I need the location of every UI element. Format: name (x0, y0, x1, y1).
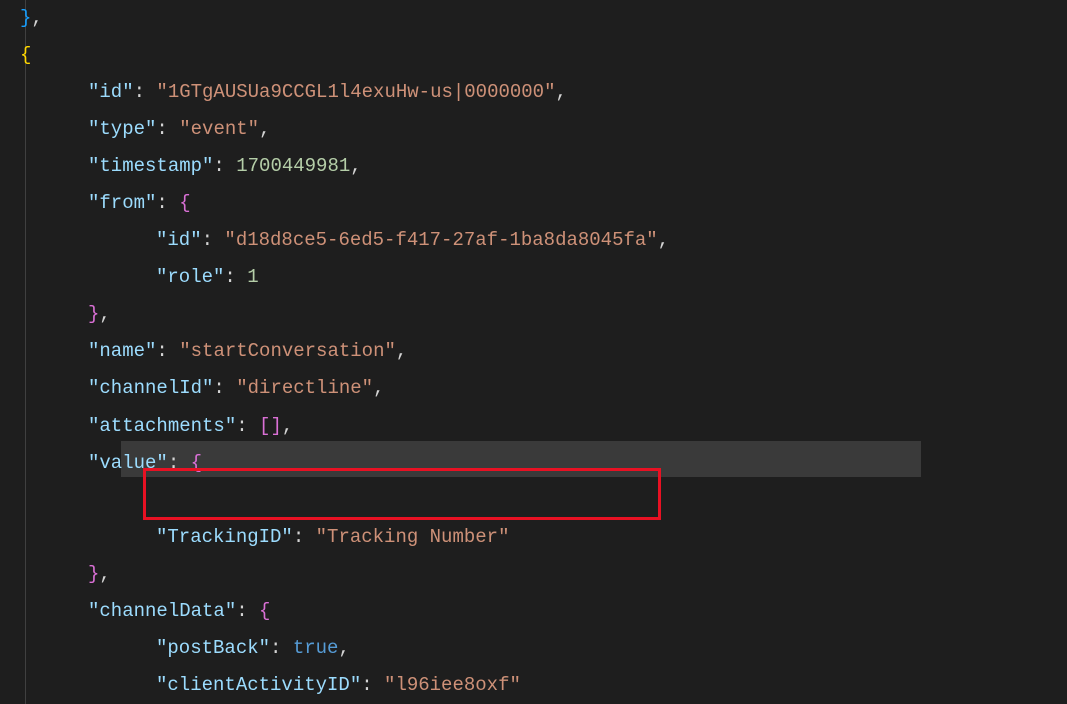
brace: } (20, 7, 31, 29)
brace: { (20, 44, 31, 66)
json-key: "id" (88, 81, 134, 103)
bracket: ] (270, 415, 281, 437)
code-line: "from": { (20, 185, 1067, 222)
code-line: "channelId": "directline", (20, 370, 1067, 407)
json-value: 1700449981 (236, 155, 350, 177)
json-key: "TrackingID" (156, 526, 293, 548)
json-key: "channelData" (88, 600, 236, 622)
code-line: }, (20, 296, 1067, 333)
code-line: { (20, 37, 1067, 74)
json-key: "from" (88, 192, 156, 214)
json-key: "role" (156, 266, 224, 288)
code-line-highlighted: "TrackingID": "Tracking Number" (20, 519, 1067, 556)
json-value: "event" (179, 118, 259, 140)
code-line: "channelData": { (20, 593, 1067, 630)
json-key: "timestamp" (88, 155, 213, 177)
code-line: "type": "event", (20, 111, 1067, 148)
code-line: "timestamp": 1700449981, (20, 148, 1067, 185)
code-line: "id": "1GTgAUSUa9CCGL1l4exuHw-us|0000000… (20, 74, 1067, 111)
json-value: "l96iee8oxf" (384, 674, 521, 696)
json-value: true (293, 637, 339, 659)
code-line: "name": "startConversation", (20, 333, 1067, 370)
code-line: "id": "d18d8ce5-6ed5-f417-27af-1ba8da804… (20, 222, 1067, 259)
code-line: "postBack": true, (20, 630, 1067, 667)
json-value: "Tracking Number" (316, 526, 510, 548)
code-line: }, (20, 556, 1067, 593)
brace: { (179, 192, 190, 214)
code-editor[interactable]: }, { "id": "1GTgAUSUa9CCGL1l4exuHw-us|00… (0, 0, 1067, 704)
json-key: "name" (88, 340, 156, 362)
brace: } (88, 303, 99, 325)
json-value: "startConversation" (179, 340, 396, 362)
json-value: "directline" (236, 377, 373, 399)
json-key: "clientActivityID" (156, 674, 361, 696)
json-key: "channelId" (88, 377, 213, 399)
json-value: "d18d8ce5-6ed5-f417-27af-1ba8da8045fa" (224, 229, 657, 251)
code-line: "clientActivityID": "l96iee8oxf" (20, 667, 1067, 704)
bracket: [ (259, 415, 270, 437)
code-line: "role": 1 (20, 259, 1067, 296)
brace: { (259, 600, 270, 622)
json-value: "1GTgAUSUa9CCGL1l4exuHw-us|0000000" (156, 81, 555, 103)
json-key: "type" (88, 118, 156, 140)
code-line: "attachments": [], (20, 408, 1067, 445)
json-key: "postBack" (156, 637, 270, 659)
json-key: "id" (156, 229, 202, 251)
json-value: 1 (247, 266, 258, 288)
brace: } (88, 563, 99, 585)
code-line: }, (20, 0, 1067, 37)
annotation-red-box (143, 468, 661, 520)
json-key: "attachments" (88, 415, 236, 437)
